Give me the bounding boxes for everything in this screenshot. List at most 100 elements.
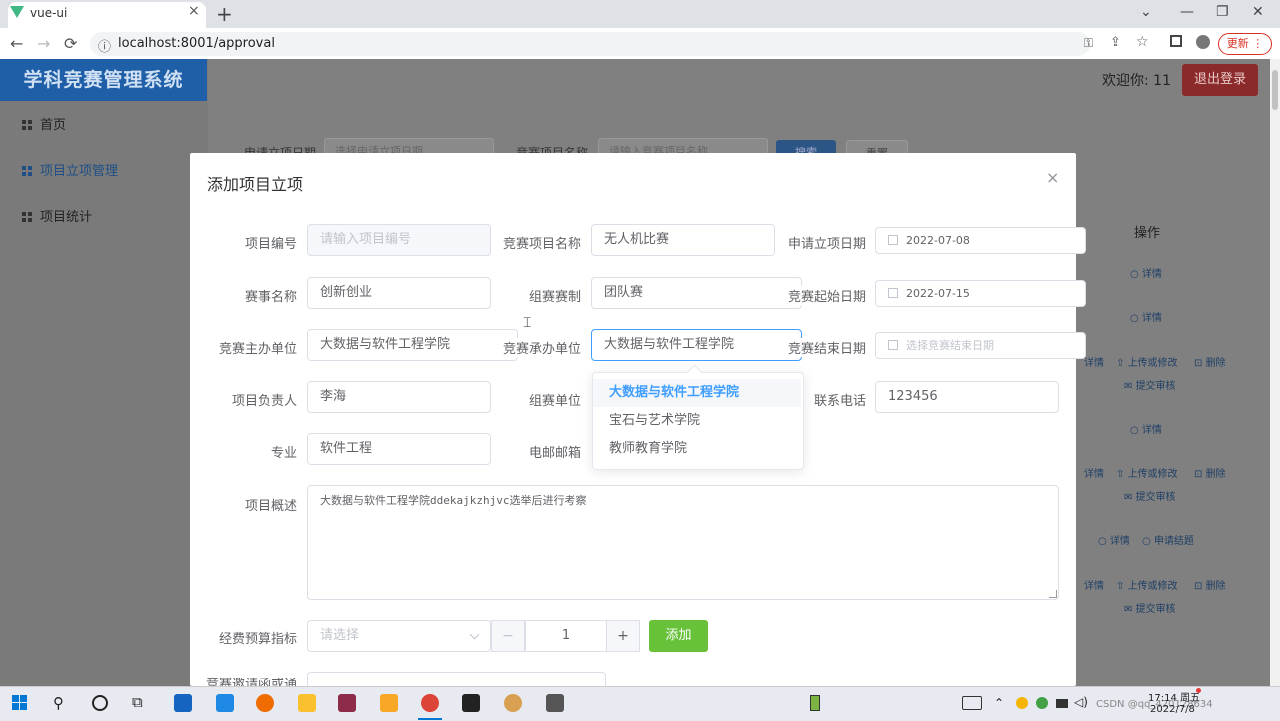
summary-label: 项目概述 xyxy=(244,499,297,514)
java-app-icon[interactable] xyxy=(504,694,522,712)
tray-app-icon[interactable] xyxy=(1036,697,1048,709)
new-tab-button[interactable]: + xyxy=(216,2,233,26)
tray-expand-icon[interactable]: ⌃ xyxy=(994,696,1004,710)
share-icon[interactable]: ⇪ xyxy=(1110,35,1121,50)
op-detail-link[interactable]: ○ 详情 xyxy=(1130,421,1162,436)
volume-icon[interactable]: ◁) xyxy=(1074,695,1088,709)
clock-date[interactable]: 2022/7/8 xyxy=(1150,704,1195,715)
resize-handle-icon[interactable] xyxy=(1049,590,1057,598)
op-upload-link[interactable]: ⇧ 上传或修改 xyxy=(1116,465,1178,480)
invite-input[interactable] xyxy=(307,672,606,686)
tray-app-icon[interactable] xyxy=(1056,699,1068,708)
key-icon[interactable]: ⚿ xyxy=(1084,36,1093,51)
tab-search-icon[interactable]: ⌄ xyxy=(1140,4,1152,20)
maximize-button[interactable]: ❐ xyxy=(1216,4,1229,20)
organizer-value: 大数据与软件工程学院 xyxy=(604,337,735,352)
logout-button[interactable]: 退出登录 xyxy=(1182,64,1258,96)
tab-close-icon[interactable]: × xyxy=(188,3,200,19)
quantity-input[interactable]: 1 xyxy=(525,620,607,652)
terminal-app-icon[interactable] xyxy=(462,694,480,712)
start-date-value: 2022-07-15 xyxy=(906,287,970,300)
decrement-button[interactable]: − xyxy=(491,620,525,652)
budget-select[interactable]: 请选择 xyxy=(307,620,491,652)
cortana-icon[interactable] xyxy=(92,695,108,711)
chrome-app-icon[interactable] xyxy=(421,694,439,712)
start-date-picker[interactable]: 2022-07-15 xyxy=(875,280,1086,307)
add-budget-button[interactable]: 添加 xyxy=(649,620,708,652)
apply-date-picker[interactable]: 2022-07-08 xyxy=(875,227,1086,254)
battery-icon[interactable] xyxy=(810,695,820,711)
email-label: 电邮邮箱 xyxy=(528,446,581,461)
op-delete-link[interactable]: ⊡ 删除 xyxy=(1194,577,1226,592)
page-scrollbar[interactable] xyxy=(1270,59,1280,686)
invite-label: 竞赛邀请函或通 xyxy=(205,678,297,686)
browser-update-button[interactable]: 更新 ⋮ xyxy=(1218,33,1272,55)
summary-textarea[interactable]: 大数据与软件工程学院ddekajkzhjvc选举后进行考察 xyxy=(307,485,1059,600)
major-input[interactable]: 软件工程 xyxy=(307,433,491,465)
app-brand: 学科竞赛管理系统 xyxy=(0,59,207,101)
dropdown-option[interactable]: 大数据与软件工程学院 xyxy=(593,379,801,407)
clock-time[interactable]: 17:14 周五 xyxy=(1148,689,1200,704)
event-name-input[interactable]: 创新创业 xyxy=(307,277,491,309)
op-delete-link[interactable]: ⊡ 删除 xyxy=(1194,465,1226,480)
menu-item-home[interactable]: 首页 xyxy=(0,103,207,149)
leader-input[interactable]: 李海 xyxy=(307,381,491,413)
store-app-icon[interactable] xyxy=(174,694,192,712)
welcome-text: 欢迎你: 11 xyxy=(1102,73,1171,89)
reload-icon[interactable]: ⟳ xyxy=(64,34,77,53)
op-detail-link[interactable]: 详情 xyxy=(1084,577,1104,592)
format-value: 团队赛 xyxy=(604,285,644,300)
comp-name-input[interactable]: 无人机比赛 xyxy=(591,224,775,256)
url-text[interactable]: localhost:8001/approval xyxy=(118,36,275,51)
dropdown-option[interactable]: 教师教育学院 xyxy=(593,435,801,463)
task-view-icon[interactable]: ⧉ xyxy=(132,693,143,711)
dialog-close-icon[interactable]: × xyxy=(1046,168,1059,187)
op-detail-link[interactable]: 详情 xyxy=(1084,354,1104,369)
event-name-label: 赛事名称 xyxy=(244,290,297,305)
back-icon[interactable]: ← xyxy=(10,34,23,53)
op-detail-link[interactable]: ○ 详情 xyxy=(1130,265,1162,280)
search-icon[interactable]: ⚲ xyxy=(53,694,64,712)
op-detail-link[interactable]: ○ 详情 xyxy=(1098,532,1130,547)
vue-logo-icon xyxy=(10,6,24,18)
ide-app-icon[interactable] xyxy=(338,694,356,712)
op-close-link[interactable]: ○ 申请结题 xyxy=(1142,532,1194,547)
scrollbar-thumb[interactable] xyxy=(1272,70,1278,110)
minimize-button[interactable]: — xyxy=(1180,4,1194,20)
op-delete-link[interactable]: ⊡ 删除 xyxy=(1194,354,1226,369)
dropdown-option[interactable]: 宝石与艺术学院 xyxy=(593,407,801,435)
budget-label: 经费预算指标 xyxy=(218,632,297,647)
op-detail-link[interactable]: ○ 详情 xyxy=(1130,309,1162,324)
op-submit-link[interactable]: ✉ 提交审核 xyxy=(1124,377,1176,392)
firefox-app-icon[interactable] xyxy=(256,694,274,712)
tool-app-icon[interactable] xyxy=(546,694,564,712)
project-no-input[interactable]: 请输入项目编号 xyxy=(307,224,491,256)
op-upload-link[interactable]: ⇧ 上传或修改 xyxy=(1116,354,1178,369)
phone-input[interactable]: 123456 xyxy=(875,381,1059,413)
bookmark-star-icon[interactable]: ☆ xyxy=(1136,34,1149,50)
increment-button[interactable]: + xyxy=(606,620,640,652)
mail-app-icon[interactable] xyxy=(216,694,234,712)
grid-icon xyxy=(22,212,33,223)
tab-title: vue-ui xyxy=(30,6,68,20)
keyboard-icon[interactable] xyxy=(962,696,982,710)
notification-dot xyxy=(1196,688,1201,693)
file-explorer-icon[interactable] xyxy=(380,694,398,712)
profile-avatar-icon[interactable] xyxy=(1196,35,1210,49)
start-date-label: 竞赛起始日期 xyxy=(766,286,866,305)
major-label: 专业 xyxy=(270,446,297,461)
menu-item-statistics[interactable]: 项目统计 xyxy=(0,195,207,241)
end-date-picker[interactable]: 选择竞赛结束日期 xyxy=(875,332,1086,359)
side-panel-icon[interactable] xyxy=(1170,35,1182,47)
op-upload-link[interactable]: ⇧ 上传或修改 xyxy=(1116,577,1178,592)
notes-app-icon[interactable] xyxy=(298,694,316,712)
window-close-button[interactable]: ✕ xyxy=(1252,4,1264,20)
site-info-icon[interactable]: ⓘ xyxy=(98,36,111,55)
op-submit-link[interactable]: ✉ 提交审核 xyxy=(1124,488,1176,503)
windows-taskbar xyxy=(0,686,1280,721)
forward-icon[interactable]: → xyxy=(37,34,50,53)
op-submit-link[interactable]: ✉ 提交审核 xyxy=(1124,600,1176,615)
qq-icon[interactable] xyxy=(1016,697,1028,709)
menu-item-project-approval[interactable]: 项目立项管理 xyxy=(0,149,207,195)
op-detail-link[interactable]: 详情 xyxy=(1084,465,1104,480)
